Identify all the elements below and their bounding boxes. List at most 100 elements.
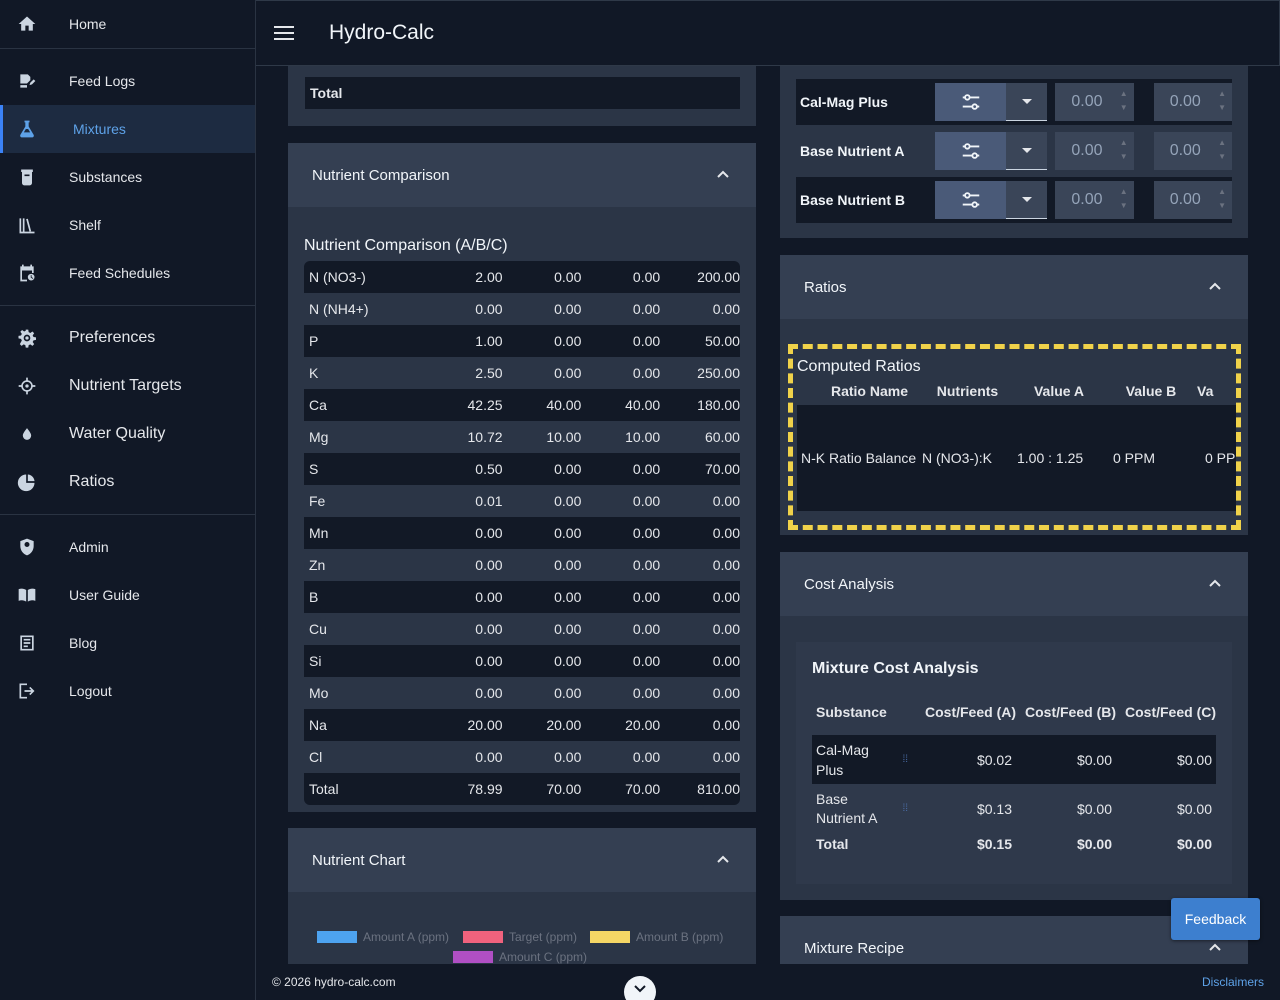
stepper-icon[interactable]: ▲ ▼ <box>1120 136 1128 164</box>
legend-label: Amount A (ppm) <box>363 930 450 944</box>
value-b: 0.00 <box>554 749 582 765</box>
column-header[interactable]: Value B <box>1105 383 1197 407</box>
amounts-total-label: Total <box>310 85 343 101</box>
max-limit-input[interactable]: 0.00 ▲ ▼ <box>1153 83 1233 121</box>
disclaimers-link[interactable]: Disclaimers <box>1202 975 1264 989</box>
sidebar-item-label: Shelf <box>69 217 101 233</box>
sidebar-item-feed-logs[interactable]: Feed Logs <box>0 57 255 105</box>
top-app-bar: Hydro-Calc <box>256 0 1280 66</box>
sidebar-item-nutrient-targets[interactable]: Nutrient Targets <box>0 362 255 410</box>
value-a: 0.50 <box>475 461 503 477</box>
ratios-header[interactable]: Ratios <box>780 255 1248 319</box>
chevron-up-icon[interactable] <box>716 167 730 181</box>
column-header[interactable]: Cost/Feed (A) <box>916 704 1016 720</box>
drag-handle-icon[interactable]: ⁞⁞ <box>902 803 908 814</box>
stepper-icon[interactable]: ▲ ▼ <box>1218 185 1226 213</box>
shelf-icon <box>0 215 69 235</box>
value-b: 0.00 <box>554 525 582 541</box>
feedback-button[interactable]: Feedback <box>1171 898 1260 940</box>
ratio-value-a: 1.00 : 1.25 <box>1017 450 1084 466</box>
sidebar-item-mixtures[interactable]: Mixtures <box>0 105 255 153</box>
column-header[interactable]: Va <box>1197 383 1236 407</box>
sidebar-item-preferences[interactable]: Preferences <box>0 314 255 362</box>
nutrient-row: Fe 0.01 0.00 0.00 0.00 <box>304 485 740 517</box>
column-header[interactable]: Cost/Feed (B) <box>1016 704 1116 720</box>
chevron-up-icon[interactable] <box>1208 940 1222 954</box>
column-header[interactable]: Ratio Name <box>797 383 922 407</box>
total-c: $0.00 <box>1176 836 1212 852</box>
shield-icon <box>0 537 69 557</box>
sliders-icon[interactable] <box>935 180 1007 219</box>
gear-icon <box>0 328 69 348</box>
legend-item[interactable]: Amount B (ppm) <box>590 930 723 944</box>
nutrient-comparison-header[interactable]: Nutrient Comparison <box>288 143 756 207</box>
value-c: 0.00 <box>632 461 661 477</box>
value-a: 2.00 <box>475 269 503 285</box>
column-header[interactable]: Substance <box>816 704 916 720</box>
stepper-icon[interactable]: ▲ ▼ <box>1218 87 1226 115</box>
nutrient-name: S <box>309 461 319 477</box>
value-c: 0.00 <box>632 557 661 573</box>
value-target: 0.00 <box>712 749 740 765</box>
column-header[interactable]: Value A <box>1013 383 1105 407</box>
nutrient-row: S 0.50 0.00 0.00 70.00 <box>304 453 740 485</box>
min-limit-input[interactable]: 0.00 ▲ ▼ <box>1055 132 1134 170</box>
nutrient-chart-header[interactable]: Nutrient Chart <box>288 828 756 892</box>
menu-icon[interactable] <box>274 21 298 45</box>
nutrient-name: Zn <box>309 557 326 573</box>
table-row[interactable]: N-K Ratio Balance N (NO3-):K 1.00 : 1.25… <box>797 405 1236 511</box>
table-row[interactable]: Cal-Mag Plus ⁞⁞ $0.02 $0.00 $0.00 <box>812 735 1216 784</box>
stepper-icon[interactable]: ▲ ▼ <box>1120 87 1128 115</box>
sidebar-item-feed-schedules[interactable]: Feed Schedules <box>0 249 255 297</box>
sidebar-item-logout[interactable]: Logout <box>0 667 255 715</box>
column-header[interactable]: Nutrients <box>922 383 1013 407</box>
legend-item[interactable]: Amount A (ppm) <box>317 930 449 944</box>
min-limit-input[interactable]: 0.00 ▲ ▼ <box>1055 83 1134 121</box>
section-title: Cost Analysis <box>804 575 895 593</box>
sidebar-item-blog[interactable]: Blog <box>0 619 255 667</box>
limit-mode-select[interactable] <box>935 180 1048 219</box>
section-title: Nutrient Comparison <box>312 166 450 184</box>
chevron-up-icon[interactable] <box>716 852 730 866</box>
sidebar-item-user-guide[interactable]: User Guide <box>0 571 255 619</box>
substance-limit-row: Base Nutrient B 0.00 ▲ ▼ 0.00 ▲ ▼ <box>796 177 1233 223</box>
sidebar: Home Feed Logs Mixtures Substances Shelf… <box>0 0 256 1000</box>
scroll-down-button[interactable] <box>624 976 656 1000</box>
max-limit-input[interactable]: 0.00 ▲ ▼ <box>1153 132 1233 170</box>
cost-analysis-header[interactable]: Cost Analysis <box>780 552 1248 616</box>
max-limit-input[interactable]: 0.00 ▲ ▼ <box>1153 181 1233 219</box>
substances-icon <box>0 167 69 187</box>
sidebar-item-shelf[interactable]: Shelf <box>0 201 255 249</box>
legend-item[interactable]: Target (ppm) <box>463 930 577 944</box>
value-a: 0.00 <box>475 557 503 573</box>
sidebar-item-water-quality[interactable]: Water Quality <box>0 410 255 458</box>
sidebar-item-ratios[interactable]: Ratios <box>0 458 255 506</box>
value-b: 0.00 <box>554 269 582 285</box>
nutrient-name: Na <box>309 717 327 733</box>
limit-mode-select[interactable] <box>935 131 1048 170</box>
value-a: 20.00 <box>467 717 503 733</box>
chevron-down-icon[interactable] <box>1006 148 1047 153</box>
nutrient-chart-card: Nutrient Chart Amount A (ppm) Target (pp… <box>288 828 756 964</box>
drag-handle-icon[interactable]: ⁞⁞ <box>902 754 908 765</box>
sidebar-item-admin[interactable]: Admin <box>0 523 255 571</box>
stepper-icon[interactable]: ▲ ▼ <box>1218 136 1226 164</box>
sliders-icon[interactable] <box>935 131 1007 170</box>
cost-c: $0.00 <box>1176 751 1212 768</box>
chevron-up-icon[interactable] <box>1208 279 1222 293</box>
column-header[interactable]: Cost/Feed (C) <box>1116 704 1216 720</box>
chevron-up-icon[interactable] <box>1208 576 1222 590</box>
min-limit-input[interactable]: 0.00 ▲ ▼ <box>1055 181 1134 219</box>
chevron-down-icon[interactable] <box>1006 99 1047 104</box>
sliders-icon[interactable] <box>935 82 1007 121</box>
value-b: 0.00 <box>554 365 582 381</box>
sidebar-item-home[interactable]: Home <box>0 0 255 48</box>
substance-name: Base Nutrient A <box>816 790 878 826</box>
sidebar-item-substances[interactable]: Substances <box>0 153 255 201</box>
chevron-down-icon[interactable] <box>1006 197 1047 202</box>
legend-item[interactable]: Amount C (ppm) <box>453 950 587 964</box>
limit-mode-select[interactable] <box>935 82 1048 121</box>
stepper-icon[interactable]: ▲ ▼ <box>1120 185 1128 213</box>
value-b: 0.00 <box>554 621 582 637</box>
sidebar-item-label: Home <box>69 16 107 32</box>
